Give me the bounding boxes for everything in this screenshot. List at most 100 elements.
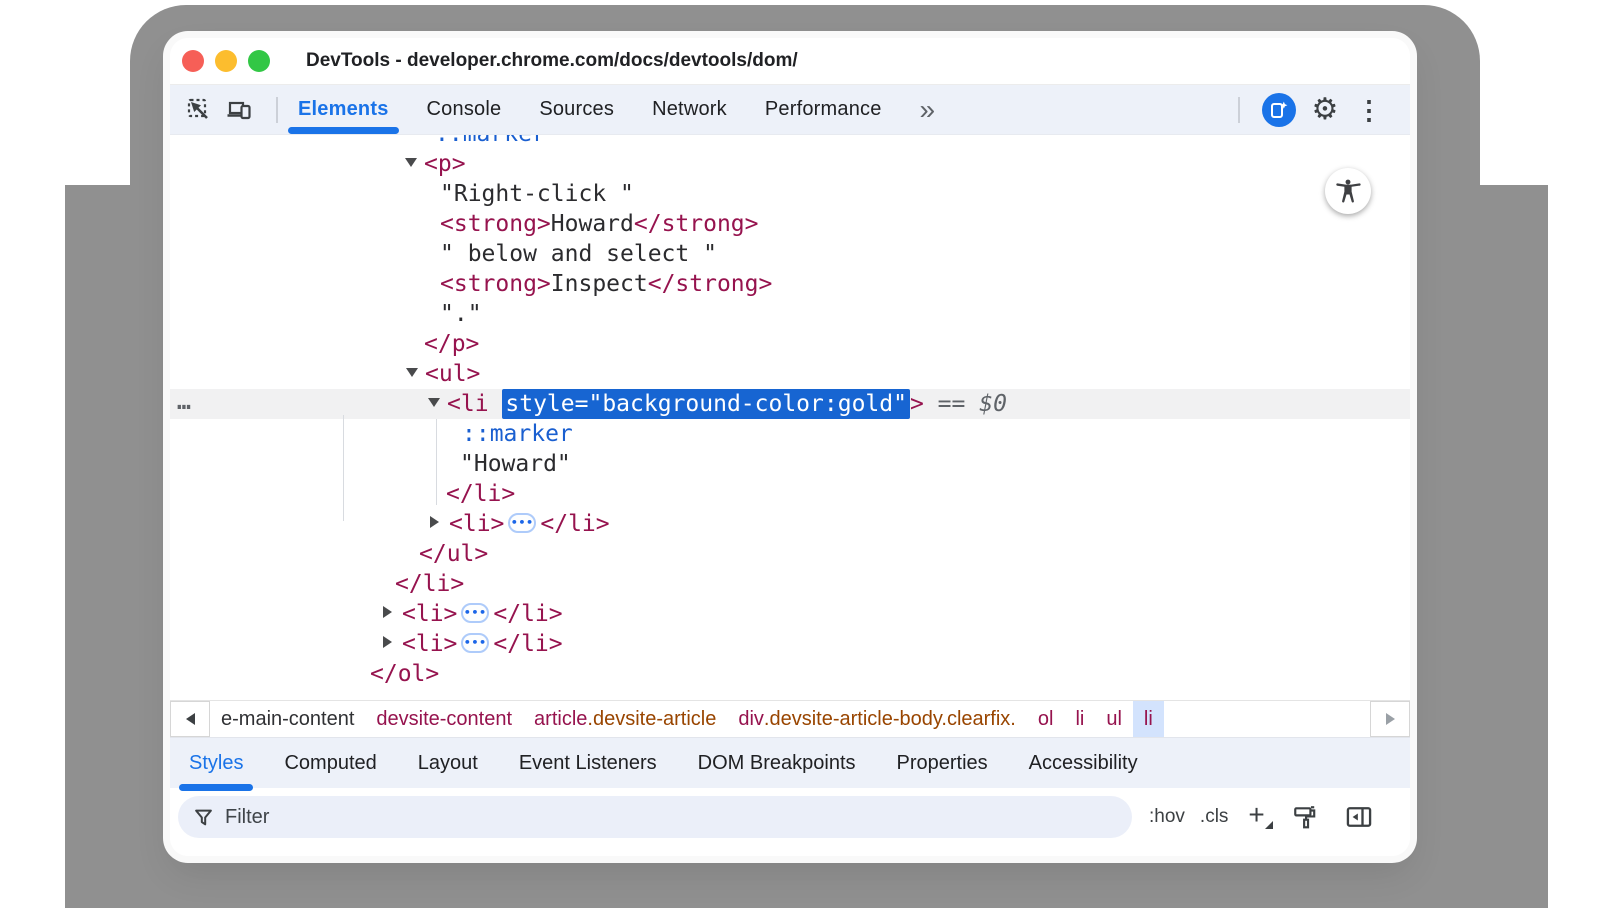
tab-performance[interactable]: Performance <box>765 85 882 134</box>
breadcrumb-item[interactable]: ol <box>1027 701 1065 737</box>
accessibility-button[interactable] <box>1325 168 1371 214</box>
dom-row[interactable]: "." <box>170 299 1410 329</box>
tab-sources[interactable]: Sources <box>539 85 614 134</box>
dom-row[interactable]: <li>•••</li> <box>170 599 1410 629</box>
more-tabs-icon[interactable]: » <box>920 96 936 124</box>
expander-arrow-icon[interactable] <box>428 390 447 420</box>
tag-token: </strong> <box>634 211 759 237</box>
breadcrumb-item[interactable]: e-main-content <box>210 701 365 737</box>
dom-row[interactable]: </li> <box>170 479 1410 509</box>
devtools-toolbar: Elements Console Sources Network Performance… <box>170 85 1410 135</box>
styles-filter-bar: :hov .cls + <box>170 788 1410 856</box>
breadcrumb-item[interactable]: div.devsite-article-body.clearfix. <box>727 701 1027 737</box>
dom-row[interactable]: <p> <box>170 149 1410 179</box>
breadcrumb-item[interactable]: ul <box>1095 701 1133 737</box>
equals-token: == <box>924 391 979 417</box>
dom-row[interactable]: </p> <box>170 329 1410 359</box>
dom-rows: ::marker<p>"Right-click "<strong>Howard<… <box>170 135 1410 689</box>
breadcrumb-scroll-left-button[interactable] <box>170 701 210 737</box>
inspect-icon[interactable] <box>184 95 214 125</box>
accessibility-person-icon <box>1334 177 1362 205</box>
tag-token: </li> <box>493 601 562 627</box>
tab-elements[interactable]: Elements <box>298 85 389 134</box>
chevron-left-icon <box>186 713 195 725</box>
breadcrumb: e-main-content devsite-content article.dev… <box>170 700 1410 737</box>
expander-arrow-icon[interactable] <box>383 600 402 630</box>
styles-tab-event-listeners[interactable]: Event Listeners <box>519 738 657 788</box>
tag-token: </p> <box>424 331 479 357</box>
breadcrumb-segment: li <box>1144 708 1153 731</box>
dom-row[interactable]: ::marker <box>170 419 1410 449</box>
dom-row[interactable]: …<li style="background-color:gold"> == $… <box>170 389 1410 419</box>
tag-token: </ul> <box>419 541 488 567</box>
tag-token: > <box>910 391 924 417</box>
styles-tab-accessibility[interactable]: Accessibility <box>1029 738 1138 788</box>
tab-network[interactable]: Network <box>652 85 727 134</box>
styles-tab-dom-breakpoints[interactable]: DOM Breakpoints <box>698 738 856 788</box>
filter-field[interactable] <box>178 796 1132 838</box>
toggle-element-state-button[interactable]: :hov <box>1149 806 1185 828</box>
zoom-window-button[interactable] <box>248 50 270 72</box>
breadcrumb-item[interactable]: li <box>1133 701 1164 737</box>
tag-token: <strong> <box>440 211 551 237</box>
tag-token: </li> <box>395 571 464 597</box>
styles-tab-computed[interactable]: Computed <box>284 738 376 788</box>
dom-row[interactable]: </ol> <box>170 659 1410 689</box>
tab-console[interactable]: Console <box>427 85 502 134</box>
toolbar-separator <box>276 97 278 123</box>
breadcrumb-segment: div <box>738 708 764 731</box>
tag-token: <strong> <box>440 271 551 297</box>
expander-arrow-icon[interactable] <box>430 510 449 540</box>
breadcrumb-item[interactable]: article.devsite-article <box>523 701 727 737</box>
breadcrumb-segment: ol <box>1038 708 1054 731</box>
dom-row[interactable]: "Howard" <box>170 449 1410 479</box>
paint-brush-icon[interactable] <box>1292 804 1318 830</box>
device-toolbar-icon[interactable] <box>224 95 254 125</box>
dom-row[interactable]: "Right-click " <box>170 179 1410 209</box>
selected-attribute-token: style="background-color:gold" <box>502 389 910 419</box>
tag-token: </strong> <box>648 271 773 297</box>
expander-arrow-icon[interactable] <box>405 150 424 180</box>
expander-arrow-icon[interactable] <box>383 630 402 660</box>
breadcrumb-segment: devsite-content <box>376 708 512 731</box>
pseudo-element-token: ::marker <box>435 135 546 147</box>
ai-assistance-icon[interactable] <box>1262 93 1296 127</box>
styles-tab-layout[interactable]: Layout <box>418 738 478 788</box>
styles-tab-styles[interactable]: Styles <box>189 738 243 788</box>
toolbar-separator <box>1238 97 1240 123</box>
filter-input[interactable] <box>225 806 1116 829</box>
dom-row[interactable]: <strong>Howard</strong> <box>170 209 1410 239</box>
dom-row[interactable]: <li>•••</li> <box>170 509 1410 539</box>
dom-row[interactable]: <strong>Inspect</strong> <box>170 269 1410 299</box>
ellipsis-expand-button[interactable]: ••• <box>461 633 489 653</box>
dom-row[interactable]: " below and select " <box>170 239 1410 269</box>
dom-row[interactable]: ::marker <box>170 135 1410 149</box>
pseudo-element-token: ::marker <box>462 421 573 447</box>
close-window-button[interactable] <box>182 50 204 72</box>
tag-token: <li <box>447 391 502 417</box>
breadcrumb-segment: .devsite-article <box>587 708 716 731</box>
window-title: DevTools - developer.chrome.com/docs/dev… <box>306 50 798 72</box>
dom-row[interactable]: </li> <box>170 569 1410 599</box>
styles-tab-properties[interactable]: Properties <box>897 738 988 788</box>
tag-token: <li> <box>449 511 504 537</box>
dom-row[interactable]: </ul> <box>170 539 1410 569</box>
chevron-right-icon <box>1386 713 1395 725</box>
expander-arrow-icon[interactable] <box>406 360 425 390</box>
dom-row[interactable]: <ul> <box>170 359 1410 389</box>
breadcrumb-item[interactable]: devsite-content <box>365 701 523 737</box>
breadcrumb-segment: ul <box>1106 708 1122 731</box>
breadcrumb-scroll-right-button[interactable] <box>1370 701 1410 737</box>
breadcrumb-item[interactable]: li <box>1064 701 1095 737</box>
ellipsis-expand-button[interactable]: ••• <box>461 603 489 623</box>
text-token: Inspect <box>551 271 648 297</box>
dom-row[interactable]: <li>•••</li> <box>170 629 1410 659</box>
settings-gear-icon[interactable]: ⚙ <box>1310 95 1340 125</box>
ellipsis-expand-button[interactable]: ••• <box>508 513 536 533</box>
element-classes-button[interactable]: .cls <box>1200 806 1229 828</box>
styles-pane-tabs: Styles Computed Layout Event Listeners DOM B… <box>170 737 1410 788</box>
more-options-icon[interactable]: ⋮ <box>1354 95 1384 125</box>
toggle-sidebar-icon[interactable] <box>1345 803 1373 831</box>
minimize-window-button[interactable] <box>215 50 237 72</box>
new-style-rule-button[interactable]: + <box>1248 801 1264 829</box>
